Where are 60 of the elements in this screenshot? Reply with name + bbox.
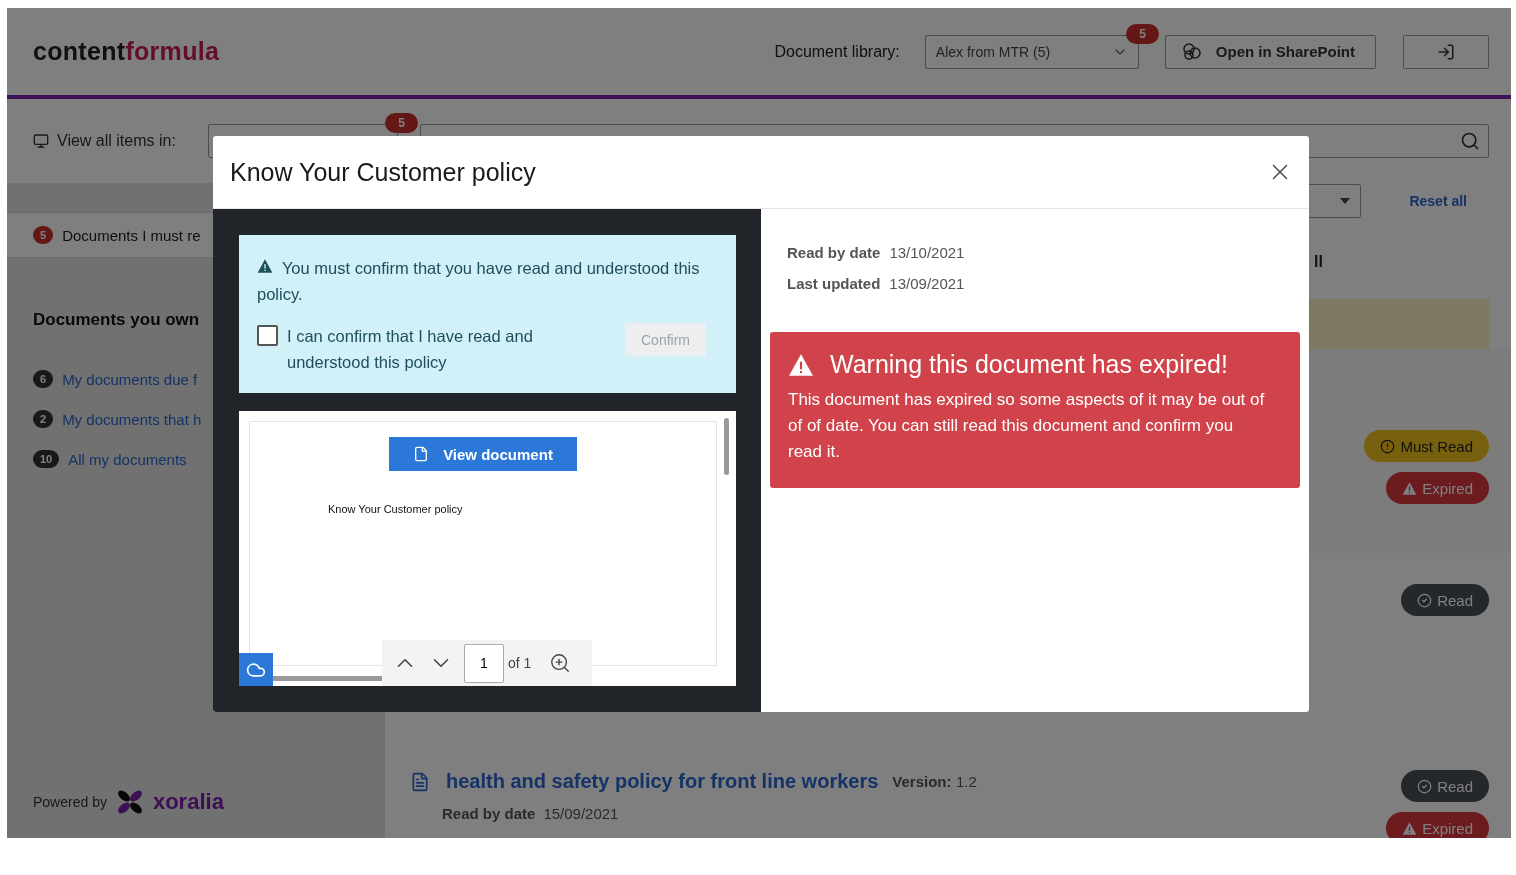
notice-text: You must confirm that you have read and understood this policy.: [257, 257, 701, 305]
search-icon: [1460, 131, 1480, 151]
check-circle-icon: [1417, 592, 1433, 608]
sidebar-link[interactable]: All my documents: [68, 450, 187, 468]
count-badge: 10: [33, 450, 60, 468]
zoom-in-button[interactable]: [549, 652, 572, 674]
detail-value: 13/09/2021: [889, 275, 965, 292]
detail-label: Read by date: [787, 244, 881, 261]
powered-by-label: Powered by: [33, 794, 107, 810]
caret-icon: [1340, 198, 1351, 204]
scrollbar[interactable]: [724, 418, 729, 475]
library-select[interactable]: Alex from MTR (5): [924, 34, 1139, 69]
reset-link[interactable]: Reset all: [1409, 193, 1467, 209]
confirm-checkbox[interactable]: [257, 325, 278, 346]
section-heading: Documents you own: [33, 310, 200, 330]
status-badge: Read: [1401, 584, 1489, 616]
count-badge: 5: [385, 113, 418, 133]
detail-value: 13/10/2021: [889, 244, 965, 261]
warning-icon: [1402, 480, 1418, 496]
alert-heading: Warning this document has expired!: [830, 350, 1228, 379]
sidebar-link[interactable]: My documents that h: [62, 410, 202, 428]
count-badge: 5: [33, 226, 54, 244]
status-badge: Read: [1401, 770, 1489, 802]
view-all-label: View all items in:: [57, 132, 176, 150]
sidebar-link[interactable]: My documents due f: [62, 370, 198, 388]
status-badge: Expired: [1386, 812, 1489, 838]
dialog-title: Know Your Customer policy: [230, 157, 536, 187]
view-document-button[interactable]: View document: [389, 437, 577, 471]
count-badge: 6: [33, 370, 54, 388]
filter-label: ll: [1314, 253, 1323, 271]
count-badge: 5: [1126, 23, 1159, 44]
sharepoint-button[interactable]: Open in SharePoint: [1164, 34, 1376, 69]
page-text: Know Your Customer policy: [328, 503, 463, 515]
door-arrow-icon: [1437, 42, 1455, 61]
page-count: of 1: [508, 655, 532, 671]
read-by-text: Read by date 15/09/2021: [442, 805, 619, 822]
library-label: Document library:: [774, 42, 900, 61]
detail-label: Last updated: [787, 275, 881, 292]
scrollbar[interactable]: [273, 676, 383, 681]
page-input[interactable]: 1: [464, 643, 504, 683]
status-badge: Must Read: [1364, 430, 1489, 462]
alert-circle-icon: [1380, 438, 1396, 454]
warning-icon: [257, 258, 273, 274]
sidebar-item-label: Documents I must re: [62, 226, 201, 244]
count-badge: 2: [33, 410, 54, 428]
monitor-icon: [33, 133, 49, 149]
document-icon: [410, 771, 430, 792]
checkbox-label: I can confirm that I have read and understood this policy: [287, 326, 534, 373]
cloud-button[interactable]: [239, 653, 273, 686]
version-text: Version: 1.2: [892, 772, 977, 791]
circles-icon: [1181, 42, 1202, 61]
warning-icon: [1402, 820, 1418, 836]
brand-name: xoralia: [152, 789, 224, 815]
status-badge: Expired: [1386, 472, 1489, 504]
zoom-in-icon: [549, 652, 572, 674]
logo: contentformula: [33, 37, 221, 66]
check-circle-icon: [1417, 778, 1433, 794]
document-title-link[interactable]: health and safety policy for front line workers: [446, 770, 879, 793]
file-icon: [413, 446, 430, 462]
alert-text: This document has expired so some aspects of it may be out of of of date. You can still read this document and confirm you read it.: [788, 389, 1266, 463]
